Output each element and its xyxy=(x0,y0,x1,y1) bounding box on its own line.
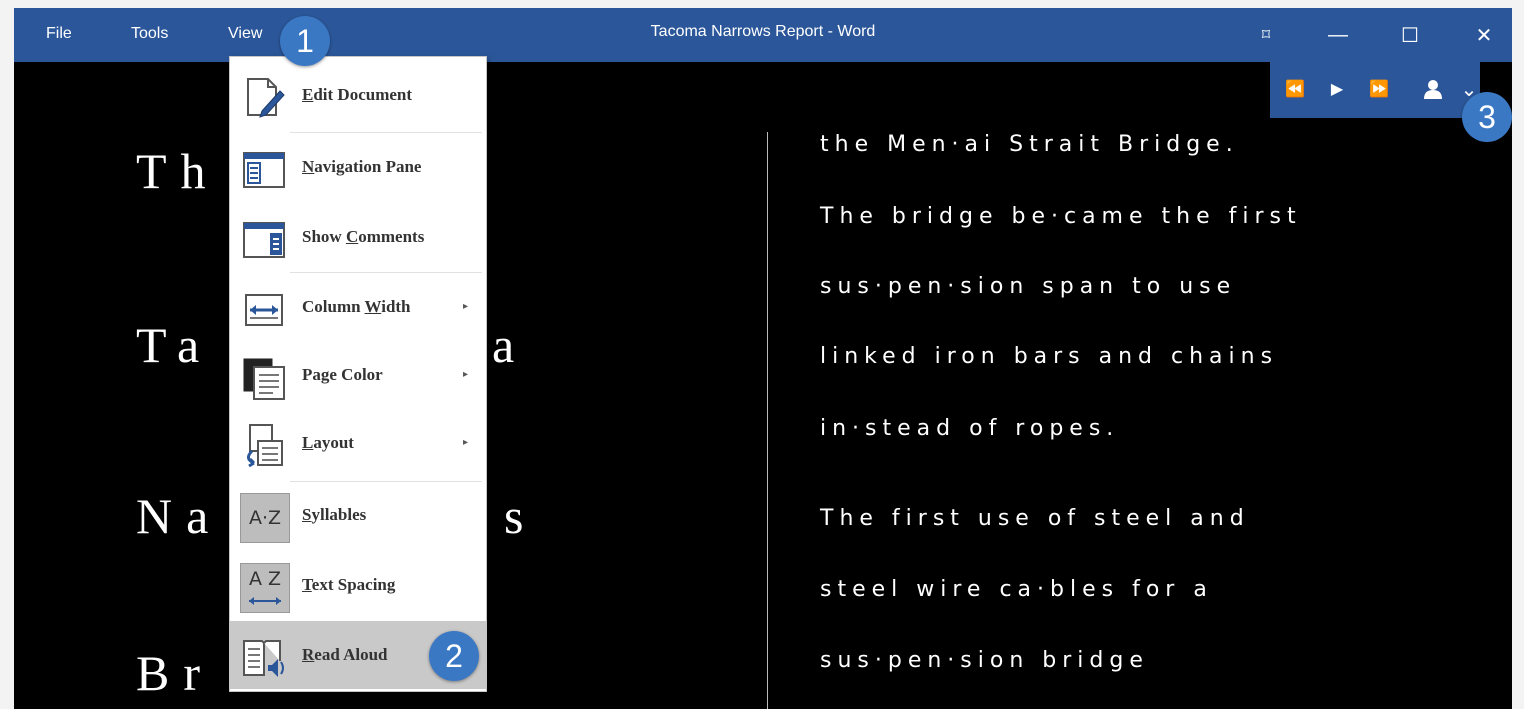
syllables-icon: A·Z xyxy=(240,493,290,543)
text-spacing-icon: A Z xyxy=(240,563,290,613)
menu-separator xyxy=(290,132,482,133)
show-comments-icon xyxy=(243,222,285,258)
menu-item-label: Edit Document xyxy=(302,85,413,104)
play-icon[interactable]: ▶ xyxy=(1322,74,1352,104)
heading-word: Na xyxy=(136,488,223,544)
minimize-button[interactable]: — xyxy=(1320,18,1356,52)
menu-item-text-spacing[interactable]: A Z Text Spacing xyxy=(230,553,486,617)
voice-settings-icon[interactable] xyxy=(1418,74,1448,104)
navigation-pane-icon xyxy=(243,152,285,188)
menu-item-label: Column Width xyxy=(302,297,411,316)
menu-item-page-color[interactable]: Page Color ▸ xyxy=(230,343,486,407)
previous-paragraph-icon[interactable]: ⏪ xyxy=(1280,74,1310,104)
menu-item-label: Text Spacing xyxy=(302,575,396,594)
body-text-line: sus·pen·sion span to use xyxy=(820,274,1237,299)
body-text-line: sus·pen·sion bridge xyxy=(820,648,1149,673)
menu-item-edit-document[interactable]: Edit Document xyxy=(230,63,486,127)
word-window: File Tools View Tacoma Narrows Report - … xyxy=(14,8,1512,709)
menu-item-label: Syllables xyxy=(302,505,367,524)
body-text-line: in·stead of ropes. xyxy=(820,416,1120,441)
body-text-line: The bridge be·came the first xyxy=(820,204,1302,229)
submenu-arrow-icon: ▸ xyxy=(462,301,468,312)
edit-document-icon xyxy=(247,78,285,118)
read-aloud-toolbar: ⏪ ▶ ⏩ ⌄ xyxy=(1270,62,1480,118)
focus-mode-icon[interactable]: ⌑ xyxy=(1248,18,1284,52)
submenu-arrow-icon: ▸ xyxy=(462,369,468,380)
menu-item-show-comments[interactable]: Show Comments xyxy=(230,205,486,269)
read-aloud-icon xyxy=(243,640,284,677)
body-text-line: linked iron bars and chains xyxy=(820,344,1279,369)
menu-item-label: Layout xyxy=(302,433,354,452)
menu-separator xyxy=(290,272,482,273)
heading-word: Br xyxy=(136,645,214,701)
body-text-line: steel wire ca·bles for a xyxy=(820,577,1213,602)
menu-item-navigation-pane[interactable]: Navigation Pane xyxy=(230,135,486,199)
menu-item-label: Page Color xyxy=(302,365,383,384)
title-bar: File Tools View Tacoma Narrows Report - … xyxy=(14,8,1512,62)
column-width-icon xyxy=(245,294,283,326)
column-divider xyxy=(767,132,768,709)
menu-item-layout[interactable]: Layout ▸ xyxy=(230,411,486,475)
menu-item-label: Show Comments xyxy=(302,227,425,246)
heading-word: a xyxy=(492,317,529,373)
maximize-button[interactable]: ☐ xyxy=(1392,18,1428,52)
menu-item-syllables[interactable]: A·Z Syllables xyxy=(230,483,486,547)
body-text-line: the Men·ai Strait Bridge. xyxy=(820,132,1239,157)
view-menu-dropdown: Edit Document Navigation Pane Show Comme… xyxy=(229,56,487,692)
menu-item-column-width[interactable]: Column Width ▸ xyxy=(230,275,486,339)
layout-icon xyxy=(247,424,283,468)
next-paragraph-icon[interactable]: ⏩ xyxy=(1364,74,1394,104)
body-text-line: The first use of steel and xyxy=(820,506,1250,531)
callout-badge-1: 1 xyxy=(280,16,330,66)
heading-word: Ta xyxy=(136,317,214,373)
callout-badge-2: 2 xyxy=(429,631,479,681)
callout-badge-3: 3 xyxy=(1462,92,1512,142)
menu-item-label: Navigation Pane xyxy=(302,157,422,176)
heading-word: Th xyxy=(136,143,220,199)
document-title: Tacoma Narrows Report - Word xyxy=(650,23,876,40)
menu-separator xyxy=(290,481,482,482)
page-color-icon xyxy=(243,358,285,400)
close-button[interactable]: ✕ xyxy=(1466,18,1502,52)
submenu-arrow-icon: ▸ xyxy=(462,437,468,448)
heading-word: s xyxy=(504,488,538,544)
menu-item-label: Read Aloud xyxy=(302,645,388,664)
